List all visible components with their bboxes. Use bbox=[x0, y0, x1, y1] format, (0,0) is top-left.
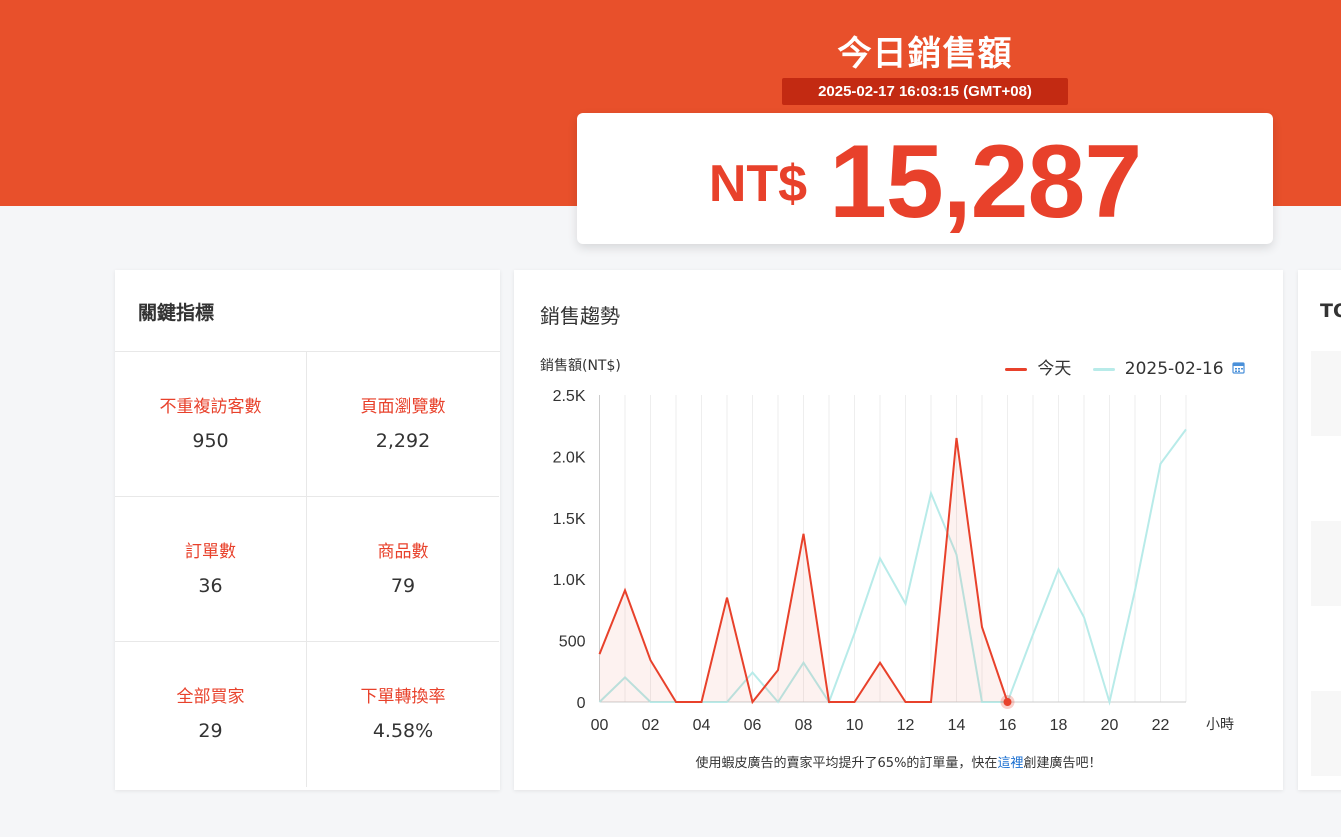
x-tick-label: 04 bbox=[693, 717, 711, 734]
kpi-label: 不重複訪客數 bbox=[159, 397, 262, 417]
kpi-card-title: 關鍵指標 bbox=[138, 302, 215, 324]
sales-total: NT$ 15,287 bbox=[577, 123, 1273, 242]
y-tick-label: 500 bbox=[559, 634, 586, 651]
kpi-buyers[interactable]: 全部買家 29 bbox=[115, 642, 307, 787]
x-tick-label: 10 bbox=[846, 717, 864, 734]
kpi-value: 2,292 bbox=[375, 430, 431, 452]
x-tick-label: 14 bbox=[948, 717, 966, 734]
x-tick-label: 22 bbox=[1152, 717, 1170, 734]
top-list-row[interactable] bbox=[1311, 351, 1341, 436]
y-tick-label: 1.0K bbox=[553, 572, 586, 589]
current-point bbox=[1003, 698, 1012, 706]
kpi-page-views[interactable]: 頁面瀏覽數 2,292 bbox=[307, 352, 499, 497]
x-tick-label: 16 bbox=[999, 717, 1017, 734]
x-tick-label: 12 bbox=[897, 717, 915, 734]
x-tick-label: 08 bbox=[795, 717, 813, 734]
kpi-grid: 不重複訪客數 950 頁面瀏覽數 2,292 訂單數 36 商品數 79 全部買… bbox=[115, 351, 500, 787]
kpi-value: 36 bbox=[198, 575, 223, 597]
page-title: 今日銷售額 bbox=[837, 34, 1013, 74]
sales-trend-card: 銷售趨勢 銷售額(NT$) 今天 2025-02-16 0 500 1.0K 1.5K… bbox=[514, 270, 1283, 790]
timestamp-badge: 2025-02-17 16:03:15 (GMT+08) bbox=[782, 78, 1068, 105]
x-tick-label: 02 bbox=[642, 717, 660, 734]
kpi-label: 頁面瀏覽數 bbox=[360, 397, 446, 417]
kpi-value: 29 bbox=[198, 720, 223, 742]
y-tick-label: 1.5K bbox=[553, 511, 586, 528]
kpi-label: 訂單數 bbox=[185, 542, 236, 562]
sales-trend-chart[interactable]: 0 500 1.0K 1.5K 2.0K 2.5K 00 02 04 06 08 10 12 14 16 18… bbox=[514, 270, 1283, 740]
y-tick-label: 2.5K bbox=[553, 388, 586, 405]
x-tick-label: 06 bbox=[744, 717, 762, 734]
x-axis-label: 小時 bbox=[1206, 717, 1234, 733]
kpi-label: 全部買家 bbox=[176, 687, 245, 707]
kpi-value: 4.58% bbox=[372, 720, 434, 742]
top-list-row[interactable] bbox=[1311, 521, 1341, 606]
kpi-orders[interactable]: 訂單數 36 bbox=[115, 497, 307, 642]
top-list-row[interactable] bbox=[1311, 691, 1341, 776]
ads-tip-text: 使用蝦皮廣告的賣家平均提升了65%的訂單量，快在 bbox=[695, 756, 998, 771]
x-tick-label: 18 bbox=[1050, 717, 1068, 734]
ads-tip: 使用蝦皮廣告的賣家平均提升了65%的訂單量，快在這裡創建廣告吧！ bbox=[514, 752, 1283, 771]
x-tick-label: 00 bbox=[591, 717, 609, 734]
ads-tip-text-end: 創建廣告吧！ bbox=[1023, 756, 1102, 771]
kpi-conversion-rate[interactable]: 下單轉換率 4.58% bbox=[307, 642, 499, 787]
series-line-yesterday bbox=[598, 428, 1187, 706]
sales-total-value: 15,287 bbox=[829, 124, 1142, 240]
kpi-unique-visitors[interactable]: 不重複訪客數 950 bbox=[115, 352, 307, 497]
kpi-label: 下單轉換率 bbox=[360, 687, 446, 707]
x-tick-label: 20 bbox=[1101, 717, 1119, 734]
kpi-products[interactable]: 商品數 79 bbox=[307, 497, 499, 642]
currency-label: NT$ bbox=[708, 155, 808, 213]
create-ad-link[interactable]: 這裡 bbox=[997, 756, 1023, 771]
top-products-title: TO bbox=[1320, 300, 1341, 322]
kpi-value: 79 bbox=[390, 575, 416, 597]
sales-total-card: NT$ 15,287 bbox=[577, 113, 1273, 244]
y-tick-label: 0 bbox=[577, 695, 586, 712]
kpi-card: 關鍵指標 不重複訪客數 950 頁面瀏覽數 2,292 訂單數 36 商品數 7… bbox=[115, 270, 500, 790]
kpi-label: 商品數 bbox=[377, 542, 429, 562]
kpi-value: 950 bbox=[192, 430, 229, 452]
y-tick-label: 2.0K bbox=[553, 449, 586, 466]
top-products-card: TO bbox=[1298, 270, 1341, 790]
